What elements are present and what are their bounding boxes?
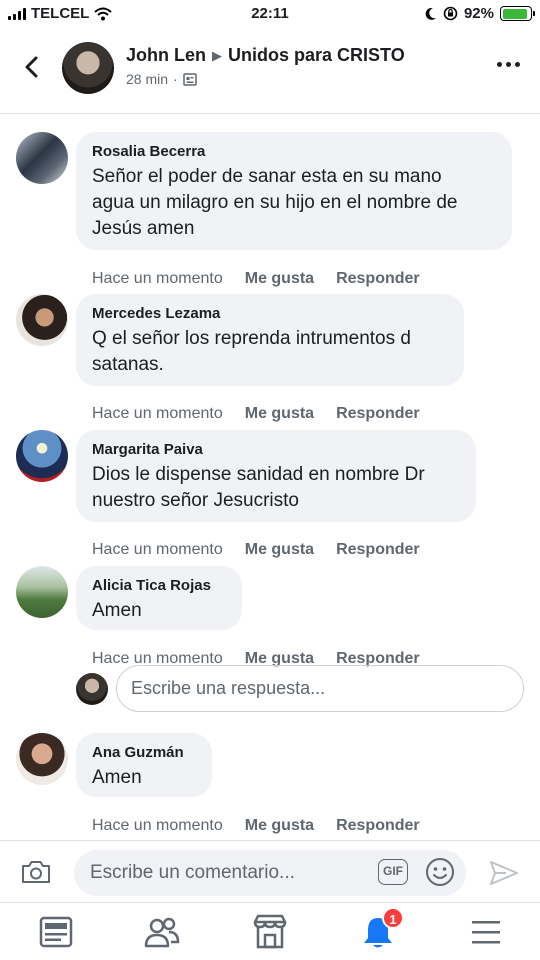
comment-bubble[interactable]: Rosalia Becerra Señor el poder de sanar … bbox=[76, 132, 512, 250]
post-meta: 28 min · bbox=[126, 71, 197, 87]
gif-button[interactable]: GIF bbox=[378, 859, 408, 885]
post-header: John Len ▶ Unidos para CRISTO 28 min · bbox=[0, 28, 540, 114]
comment-time: Hace un momento bbox=[92, 541, 223, 558]
like-button[interactable]: Me gusta bbox=[245, 541, 314, 559]
battery-percent: 92% bbox=[463, 5, 494, 22]
author-name[interactable]: John Len bbox=[126, 45, 206, 66]
comment-text: Amen bbox=[92, 765, 196, 791]
menu-icon[interactable] bbox=[466, 913, 506, 951]
comment-text: Amen bbox=[92, 598, 226, 624]
comment-input-placeholder: Escribe un comentario... bbox=[90, 862, 295, 883]
comment-bubble[interactable]: Mercedes Lezama Q el señor los reprenda … bbox=[76, 294, 464, 386]
author-avatar[interactable] bbox=[62, 42, 114, 94]
comment-text: Dios le dispense sanidad en nombre Dr nu… bbox=[92, 462, 460, 514]
comment-text: Q el señor los reprenda intrumentos d sa… bbox=[92, 326, 448, 378]
camera-icon[interactable] bbox=[20, 859, 52, 885]
post-title: John Len ▶ Unidos para CRISTO bbox=[126, 45, 405, 66]
reply-button[interactable]: Responder bbox=[336, 541, 420, 559]
status-bar-right: 92% bbox=[425, 5, 535, 22]
back-arrow-icon[interactable] bbox=[20, 52, 44, 82]
groups-icon[interactable] bbox=[142, 913, 182, 951]
comment-line: Amen bbox=[92, 767, 142, 788]
commenter-avatar[interactable] bbox=[16, 566, 68, 618]
comment-line: Jesús amen bbox=[92, 218, 195, 239]
emoji-icon[interactable] bbox=[424, 856, 456, 888]
reply-input[interactable]: Escribe una respuesta... bbox=[116, 665, 524, 712]
more-options-icon[interactable] bbox=[497, 62, 520, 67]
commenter-avatar[interactable] bbox=[16, 294, 68, 346]
comment-input[interactable]: Escribe un comentario... GIF bbox=[74, 850, 466, 896]
status-bar: TELCEL 22:11 92% bbox=[0, 0, 540, 28]
commenter-name[interactable]: Ana Guzmán bbox=[92, 743, 196, 763]
news-feed-icon[interactable] bbox=[36, 913, 76, 951]
send-icon[interactable] bbox=[488, 859, 520, 887]
comment-line: Dios le dispense sanidad en nombre Dr bbox=[92, 464, 425, 485]
commenter-avatar[interactable] bbox=[16, 733, 68, 785]
comment-actions: Hace un momento Me gusta Responder bbox=[92, 405, 420, 423]
commenter-avatar[interactable] bbox=[16, 430, 68, 482]
comment-bubble[interactable]: Ana Guzmán Amen bbox=[76, 733, 212, 797]
comment-composer: Escribe un comentario... GIF bbox=[0, 840, 540, 902]
triangle-right-icon: ▶ bbox=[212, 47, 222, 63]
comment-line: satanas. bbox=[92, 354, 164, 375]
post-time: 28 min bbox=[126, 71, 169, 87]
like-button[interactable]: Me gusta bbox=[245, 270, 314, 288]
group-privacy-icon bbox=[182, 73, 197, 86]
commenter-name[interactable]: Margarita Paiva bbox=[92, 440, 460, 460]
comment-actions: Hace un momento Me gusta Responder bbox=[92, 817, 420, 835]
commenter-name[interactable]: Alicia Tica Rojas bbox=[92, 576, 226, 596]
current-user-avatar bbox=[76, 673, 108, 705]
meta-dot: · bbox=[173, 71, 178, 87]
like-button[interactable]: Me gusta bbox=[245, 405, 314, 423]
bottom-navigation: 1 bbox=[0, 902, 540, 960]
comment-line: agua un milagro en su hijo en el nombre … bbox=[92, 192, 458, 213]
notification-badge: 1 bbox=[382, 907, 404, 929]
comment-time: Hace un momento bbox=[92, 270, 223, 287]
comment-actions: Hace un momento Me gusta Responder bbox=[92, 541, 420, 559]
rotation-lock-icon bbox=[443, 6, 458, 21]
group-name[interactable]: Unidos para CRISTO bbox=[228, 45, 405, 66]
reply-button[interactable]: Responder bbox=[336, 817, 420, 835]
commenter-name[interactable]: Rosalia Becerra bbox=[92, 142, 496, 162]
comment-bubble[interactable]: Alicia Tica Rojas Amen bbox=[76, 566, 242, 630]
reply-button[interactable]: Responder bbox=[336, 405, 420, 423]
comment-line: Q el señor los reprenda intrumentos d bbox=[92, 328, 411, 349]
reply-button[interactable]: Responder bbox=[336, 270, 420, 288]
comment-line: Señor el poder de sanar esta en su mano bbox=[92, 166, 442, 187]
marketplace-icon[interactable] bbox=[250, 913, 290, 951]
comment-text: Señor el poder de sanar esta en su mano … bbox=[92, 164, 496, 242]
moon-icon bbox=[425, 7, 436, 20]
commenter-name[interactable]: Mercedes Lezama bbox=[92, 304, 448, 324]
comment-bubble[interactable]: Margarita Paiva Dios le dispense sanidad… bbox=[76, 430, 476, 522]
comment-line: Amen bbox=[92, 600, 142, 621]
comment-line: nuestro señor Jesucristo bbox=[92, 490, 299, 511]
comment-time: Hace un momento bbox=[92, 817, 223, 834]
notifications-tab[interactable]: 1 bbox=[358, 907, 404, 951]
comment-time: Hace un momento bbox=[92, 405, 223, 422]
like-button[interactable]: Me gusta bbox=[245, 817, 314, 835]
comment-actions: Hace un momento Me gusta Responder bbox=[92, 270, 420, 288]
commenter-avatar[interactable] bbox=[16, 132, 68, 184]
battery-icon bbox=[500, 6, 535, 21]
